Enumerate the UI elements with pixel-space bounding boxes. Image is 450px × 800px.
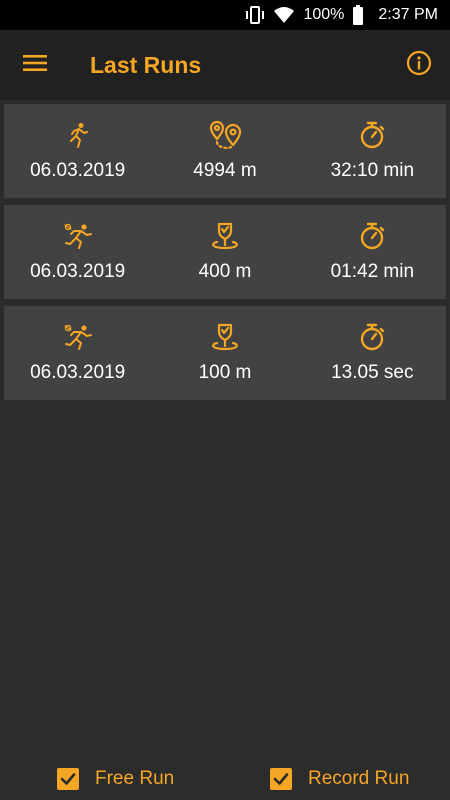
run-distance: 4994 m	[193, 160, 257, 181]
checkbox-checked-icon	[57, 768, 79, 790]
run-date-column: 06.03.2019	[4, 205, 151, 299]
run-distance-column: 100 m	[151, 306, 298, 400]
stopwatch-icon	[358, 221, 386, 251]
run-time-column: 01:42 min	[299, 205, 446, 299]
run-time-column: 32:10 min	[299, 104, 446, 198]
run-distance-column: 4994 m	[151, 104, 298, 198]
run-distance-column: 400 m	[151, 205, 298, 299]
status-time: 2:37 PM	[378, 6, 438, 23]
checkbox-checked-icon	[270, 768, 292, 790]
run-distance: 400 m	[198, 261, 252, 282]
trophy-pin-icon	[208, 322, 242, 352]
page-title: Last Runs	[90, 52, 202, 78]
run-date: 06.03.2019	[30, 362, 126, 383]
run-date-column: 06.03.2019	[4, 306, 151, 400]
footer-bar: Free Run Record Run	[0, 758, 450, 800]
sprinter-icon	[62, 322, 94, 352]
battery-icon	[352, 5, 364, 25]
run-time: 13.05 sec	[331, 362, 414, 383]
run-time-column: 13.05 sec	[299, 306, 446, 400]
sprinter-icon	[62, 221, 94, 251]
run-card[interactable]: 06.03.2019 100 m 13.05 sec	[4, 306, 446, 400]
stopwatch-icon	[358, 322, 386, 352]
run-distance: 100 m	[198, 362, 252, 383]
run-date: 06.03.2019	[30, 160, 126, 181]
vibrate-icon	[245, 6, 265, 24]
runs-list: 06.03.2019 4994 m 32:10 min 06.03.2019 4…	[4, 104, 446, 407]
menu-button[interactable]	[20, 53, 50, 77]
run-card[interactable]: 06.03.2019 4994 m 32:10 min	[4, 104, 446, 198]
runner-icon	[64, 120, 92, 150]
record-run-label: Record Run	[308, 768, 410, 789]
free-run-checkbox[interactable]: Free Run	[57, 768, 174, 790]
run-time: 32:10 min	[330, 160, 415, 181]
stopwatch-icon	[358, 120, 386, 150]
run-card[interactable]: 06.03.2019 400 m 01:42 min	[4, 205, 446, 299]
free-run-label: Free Run	[95, 768, 175, 789]
wifi-icon	[273, 6, 295, 24]
trophy-pin-icon	[208, 221, 242, 251]
run-time: 01:42 min	[330, 261, 415, 282]
info-button[interactable]	[406, 50, 432, 81]
app-bar: Last Runs	[0, 30, 450, 100]
hamburger-menu-icon	[23, 54, 47, 77]
record-run-checkbox[interactable]: Record Run	[270, 768, 409, 790]
battery-percent: 100%	[303, 6, 345, 23]
route-pins-icon	[207, 120, 243, 150]
info-icon	[406, 50, 432, 81]
run-date-column: 06.03.2019	[4, 104, 151, 198]
status-bar: 100% 2:37 PM	[0, 0, 450, 30]
run-date: 06.03.2019	[30, 261, 126, 282]
